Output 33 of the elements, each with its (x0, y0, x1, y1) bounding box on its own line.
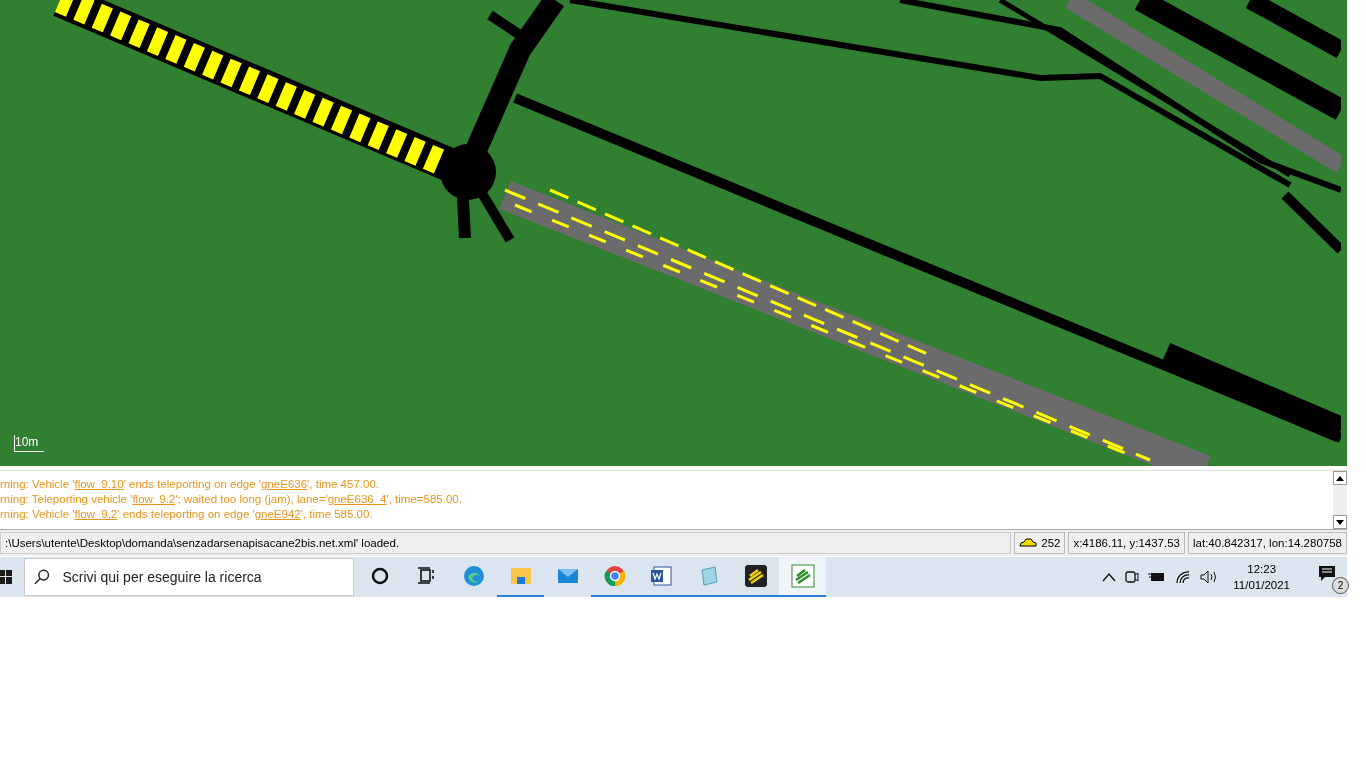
car-icon (1019, 538, 1038, 548)
warning-message: rning: Vehicle 'flow_9.10' ends teleporting on edge 'gneE636', time 457.00. (0, 477, 380, 492)
app-icon (743, 564, 768, 588)
coordinates-readout: x:4186.11, y:1437.53 (1068, 532, 1185, 554)
notification-icon[interactable] (1317, 564, 1337, 582)
scroll-down-icon[interactable] (1336, 519, 1344, 525)
clock[interactable]: 12:23 11/01/2021 (1233, 561, 1290, 593)
scrollbar[interactable] (1333, 471, 1347, 529)
scroll-up-icon[interactable] (1336, 475, 1344, 481)
status-message: :\Users\utente\Desktop\domanda\senzadarsenapisacane2bis.net.xml' loaded. (0, 532, 1012, 554)
vehicle-counter: 252 (1014, 532, 1066, 554)
warning-message: rning: Teleporting vehicle 'flow_9.2'; waited too long (jam), lane='gneE636_4', time=585.00. (0, 492, 463, 507)
camera-icon[interactable] (1125, 569, 1140, 585)
wifi-icon[interactable] (1175, 570, 1192, 584)
geo-coordinates-readout: lat:40.842317, lon:14.280758 (1188, 532, 1347, 554)
warning-message: rning: Vehicle 'flow_9.2' ends teleporting on edge 'gneE942', time 585.00. (0, 507, 374, 522)
scale-label: 10m (14, 435, 45, 452)
notification-count: 2 (1332, 577, 1349, 594)
app-icon (790, 564, 815, 588)
message-link[interactable]: flow_9.10 (74, 478, 124, 490)
document-icon (649, 564, 674, 588)
search-icon (33, 568, 51, 586)
message-link[interactable]: gneE636 (261, 478, 308, 490)
search-field[interactable]: Scrivi qui per eseguire la ricerca (24, 558, 354, 596)
windows-start-icon[interactable] (0, 569, 12, 585)
message-link[interactable]: gneE636_4 (327, 493, 387, 505)
message-link[interactable]: flow_9.2 (132, 493, 176, 505)
browser-icon (461, 564, 486, 588)
search-field[interactable]: Scrivi qui per eseguire la ricerca (60, 568, 345, 586)
chevron-up-icon[interactable] (1102, 572, 1117, 582)
speaker-icon[interactable] (1200, 570, 1219, 584)
browser-icon (602, 564, 627, 588)
battery-icon[interactable] (1148, 571, 1167, 583)
